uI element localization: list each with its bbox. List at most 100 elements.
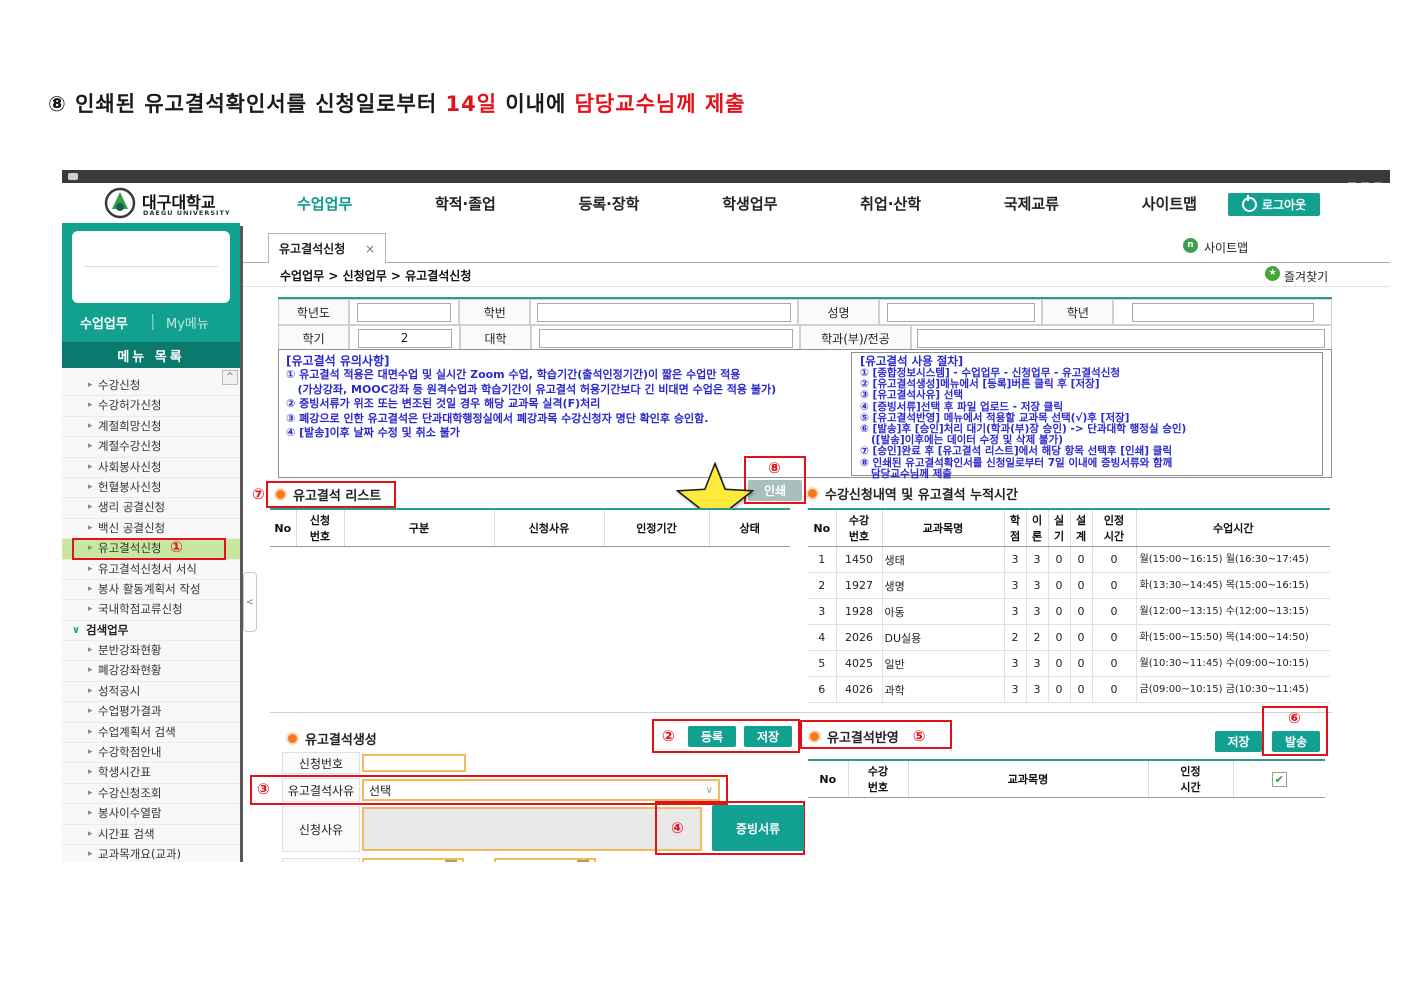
- nav-student-affairs[interactable]: 학생업무: [722, 193, 777, 214]
- major-input[interactable]: [917, 328, 1326, 348]
- sidebar-item-vaccine-absence[interactable]: ▸ 백신 공결신청: [62, 519, 240, 540]
- divider: [84, 266, 218, 267]
- sidebar-item-syllabus-search[interactable]: ▸ 수업계획서 검색: [62, 723, 240, 744]
- divider: |: [150, 311, 156, 330]
- send-highlight-box: ⑥ 발송: [1262, 706, 1328, 756]
- bullet-icon: [286, 732, 299, 745]
- sidebar-section-search[interactable]: ∨ 검색업무: [62, 621, 240, 642]
- college-label: 대학: [459, 325, 532, 351]
- item-arrow-icon: ▸: [88, 645, 93, 656]
- detail-reason-label: 신청사유: [282, 806, 360, 852]
- save-button[interactable]: 저장: [744, 726, 792, 747]
- period-tilde: ~: [474, 858, 484, 862]
- table-row[interactable]: 1 1450 생태 3 3 0 0 0 월(15:00~16:15) 월(16:30~17:45…: [808, 546, 1330, 573]
- nav-career-industry[interactable]: 취업·산학: [860, 193, 921, 214]
- year-label: 학년도: [278, 299, 349, 325]
- step-badge-8: ⑧: [768, 459, 781, 477]
- table-row[interactable]: 2 1927 생명 3 3 0 0 0 화(13:30~14:45) 목(15:00~16:15…: [808, 572, 1330, 599]
- register-button[interactable]: 등록: [688, 726, 736, 747]
- table-row[interactable]: 5 4025 일반 3 3 0 0 0 월(10:30~11:45) 수(09:00~10:15…: [808, 650, 1330, 677]
- item-arrow-icon: ▸: [88, 828, 93, 839]
- item-arrow-icon: ▸: [88, 420, 93, 431]
- nav-records-graduation[interactable]: 학적·졸업: [435, 193, 496, 214]
- nav-registration-scholarship[interactable]: 등록·장학: [579, 193, 640, 214]
- college-input[interactable]: [538, 328, 793, 348]
- logout-button[interactable]: 로그아웃: [1228, 193, 1320, 216]
- chevron-down-icon: ∨: [705, 784, 713, 796]
- item-arrow-icon: ▸: [88, 665, 93, 676]
- send-button[interactable]: 발송: [1272, 731, 1320, 752]
- sidebar-item-sugang[interactable]: ▸ 수강신청: [62, 376, 240, 397]
- sidebar-item-sugang-inquiry[interactable]: ▸ 수강신청조회: [62, 784, 240, 805]
- sidebar-item-service-plan[interactable]: ▸ 봉사 활동계획서 작성: [62, 580, 240, 601]
- detail-reason-textarea[interactable]: [362, 807, 702, 851]
- sidebar-item-blood-service[interactable]: ▸ 헌혈봉사신청: [62, 478, 240, 499]
- nav-international[interactable]: 국제교류: [1004, 193, 1059, 214]
- year-input[interactable]: [357, 302, 452, 322]
- sidebar-item-grade-notice[interactable]: ▸ 성적공시: [62, 682, 240, 703]
- chrome-left-icon[interactable]: [68, 173, 78, 180]
- sidebar-item-division-status[interactable]: ▸ 분반강좌현황: [62, 641, 240, 662]
- scroll-up-icon[interactable]: ^: [222, 370, 238, 385]
- name-input[interactable]: [886, 302, 1035, 322]
- sidebar-item-student-timetable[interactable]: ▸ 학생시간표: [62, 763, 240, 784]
- create-title: 유고결석생성: [286, 729, 377, 748]
- sidebar-item-absence-form[interactable]: ▸ 유고결석신청서 서식: [62, 560, 240, 580]
- nav-sitemap[interactable]: 사이트맵: [1142, 193, 1197, 214]
- table-row[interactable]: 3 1928 아동 3 3 0 0 0 월(12:00~13:15) 수(12:00~13:15…: [808, 598, 1330, 625]
- reason-select[interactable]: 선택 ∨: [362, 779, 720, 801]
- sidebar-tab-course[interactable]: 수업업무: [80, 313, 128, 332]
- absence-list-title: 유고결석 리스트: [266, 481, 396, 508]
- sidebar-item-social-service[interactable]: ▸ 사회봉사신청: [62, 458, 240, 478]
- period-end-input[interactable]: [494, 858, 596, 862]
- attach-docs-button[interactable]: 증빙서류: [712, 805, 804, 851]
- collapse-icon[interactable]: <: [243, 572, 257, 632]
- power-icon: [1241, 195, 1257, 212]
- check-icon[interactable]: ✔: [1271, 771, 1287, 787]
- table-row[interactable]: 6 4026 과학 3 3 0 0 0 금(09:00~10:15) 금(10:30~11:45…: [808, 676, 1330, 703]
- sidebar-item-absence-apply[interactable]: ▸ 유고결석신청 ①: [62, 538, 240, 560]
- sidebar-item-domestic-credit[interactable]: ▸ 국내학점교류신청: [62, 600, 240, 621]
- bullet-icon: [274, 488, 287, 501]
- sidebar-item-seasonal-hope[interactable]: ▸ 계절희망신청: [62, 417, 240, 438]
- sitemap-icon[interactable]: n: [1183, 238, 1198, 253]
- sidebar-tab-mymenu[interactable]: My메뉴: [166, 313, 209, 332]
- notice-cautions-title: [유고결석 유의사항]: [286, 354, 390, 368]
- grade-input[interactable]: [1131, 302, 1314, 322]
- sidebar-item-seasonal-sugang[interactable]: ▸ 계절수강신청: [62, 437, 240, 458]
- item-arrow-icon: ▸: [88, 808, 93, 819]
- sidebar-item-credit-guide[interactable]: ▸ 수강학점안내: [62, 743, 240, 764]
- sidebar-item-timetable-search[interactable]: ▸ 시간표 검색: [62, 825, 240, 845]
- tab-absence-apply[interactable]: 유고결석신청 ×: [268, 233, 386, 263]
- sidebar-item-course-outline[interactable]: ▸ 교과목개요(교과): [62, 845, 240, 862]
- period-start-input[interactable]: [362, 858, 464, 862]
- item-arrow-icon: ▸: [88, 848, 93, 859]
- tab-bar: 유고결석신청 × n 사이트맵 x: [243, 230, 1390, 263]
- item-arrow-icon: ▸: [88, 380, 93, 390]
- sidebar-item-eval-result[interactable]: ▸ 수업평가결과: [62, 702, 240, 723]
- sidebar-item-closed-status[interactable]: ▸ 폐강강좌현황: [62, 661, 240, 682]
- item-arrow-icon: ▸: [88, 583, 93, 594]
- close-icon[interactable]: ×: [365, 242, 375, 256]
- create-buttons-highlight: ② 등록 저장: [652, 719, 800, 753]
- sidebar-item-service-record[interactable]: ▸ 봉사이수열람: [62, 804, 240, 825]
- sidebar-item-sugang-permit[interactable]: ▸ 수강허가신청: [62, 396, 240, 417]
- nav-course-work[interactable]: 수업업무: [297, 193, 352, 214]
- item-arrow-icon: ▸: [88, 706, 93, 717]
- table-row[interactable]: 4 2026 DU실용 2 2 0 0 0 화(15:00~15:50) 목(14:00~14:…: [808, 624, 1330, 651]
- window-chrome-bar: [62, 170, 1390, 188]
- item-arrow-icon: ▸: [88, 747, 93, 758]
- student-id-input[interactable]: [537, 302, 792, 322]
- item-arrow-icon: ▸: [88, 461, 93, 472]
- student-id-label: 학번: [459, 299, 531, 325]
- term-input[interactable]: 2: [357, 328, 452, 348]
- sitemap-label[interactable]: 사이트맵: [1204, 239, 1248, 256]
- favorite-label[interactable]: 즐겨찾기: [1284, 268, 1328, 285]
- bullet-icon: [808, 730, 821, 743]
- sidebar-item-period-absence[interactable]: ▸ 생리 공결신청: [62, 498, 240, 519]
- apply-save-button[interactable]: 저장: [1215, 731, 1262, 752]
- page: ⑧ 인쇄된 유고결석확인서를 신청일로부터 14일 이내에 담당교수님께 제출 …: [0, 0, 1403, 992]
- item-arrow-icon: ▸: [88, 685, 93, 696]
- favorite-star-icon[interactable]: ★: [1265, 266, 1280, 281]
- apply-no-input[interactable]: [362, 754, 466, 772]
